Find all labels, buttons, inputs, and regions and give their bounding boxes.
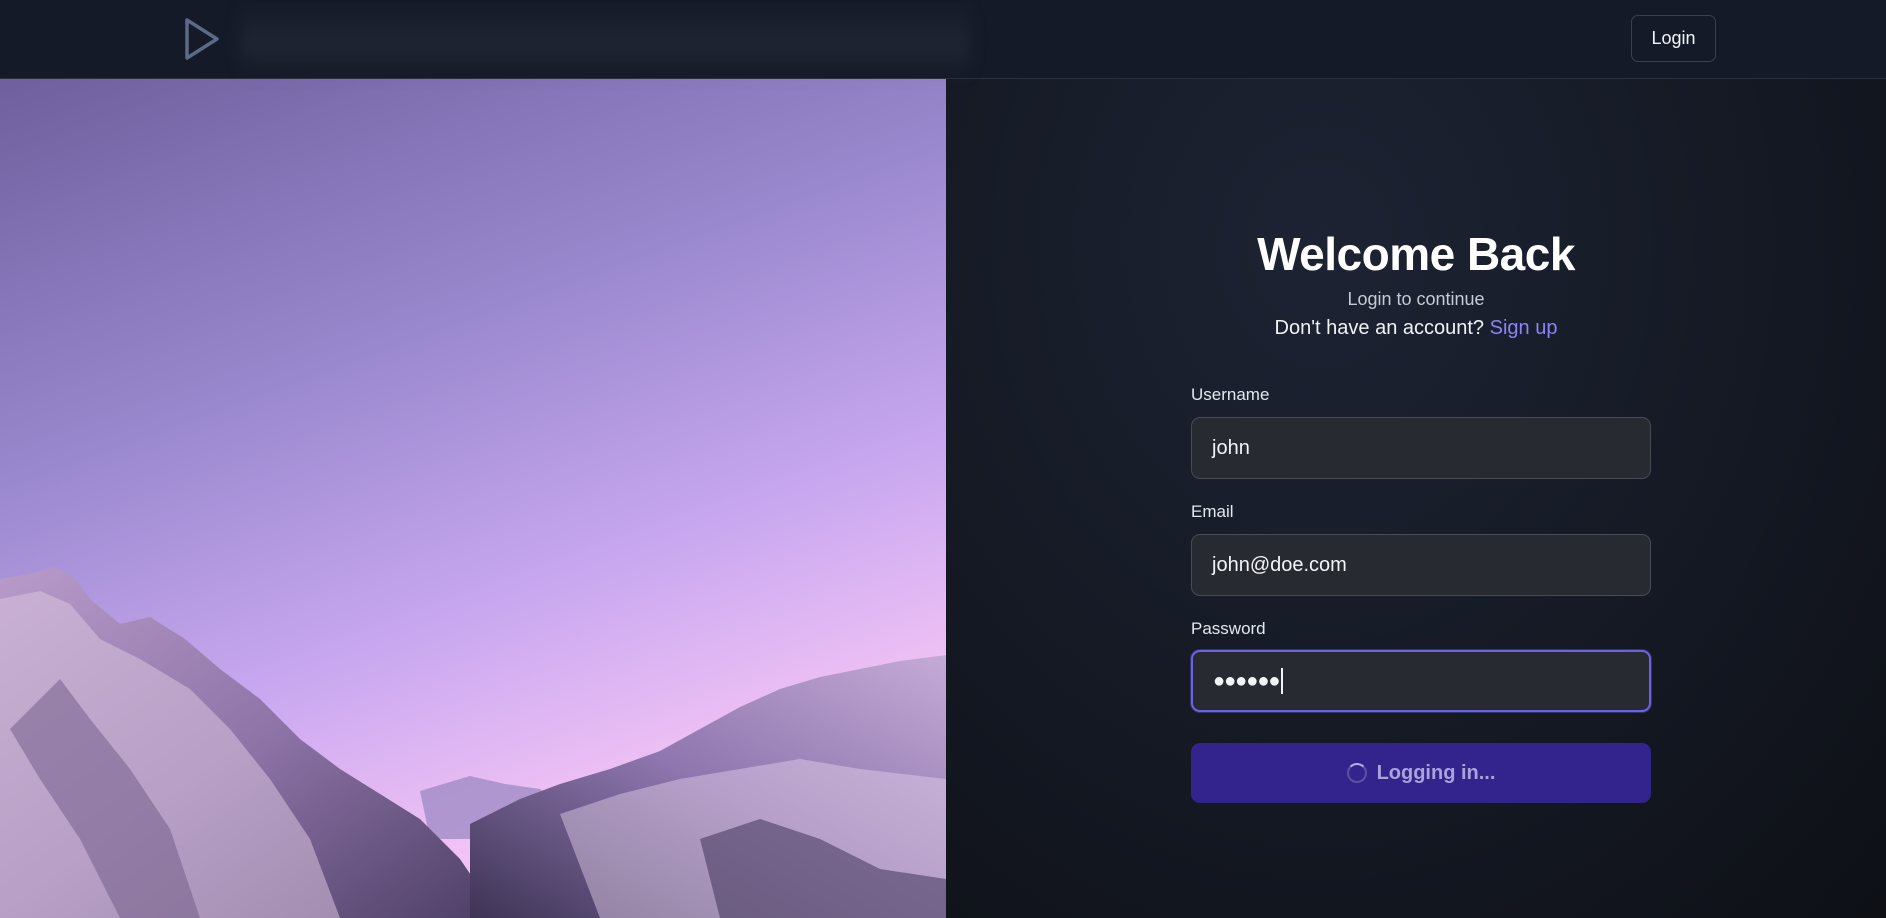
username-label: Username [1191, 385, 1270, 404]
header-login-button[interactable]: Login [1631, 15, 1716, 62]
submit-label: Logging in... [1376, 761, 1496, 784]
top-navbar: Login [0, 0, 1886, 79]
page-title: Welcome Back [1257, 228, 1575, 280]
text-caret [1281, 668, 1284, 694]
email-label: Email [1191, 502, 1234, 521]
hero-mountain-image [0, 79, 946, 918]
play-triangle-icon[interactable] [182, 17, 222, 61]
email-field[interactable]: john@doe.com [1191, 534, 1651, 596]
password-field[interactable]: ●●●●●● [1191, 650, 1651, 712]
page-subtitle: Login to continue [1347, 289, 1485, 309]
email-value: john@doe.com [1212, 553, 1347, 576]
spinner-icon [1346, 763, 1367, 783]
login-panel: Welcome Back Login to continue Don't hav… [946, 79, 1886, 918]
signup-link[interactable]: Sign up [1490, 317, 1558, 339]
password-value: ●●●●●● [1213, 669, 1280, 692]
signup-prompt: Don't have an account? Sign up [946, 317, 1886, 340]
login-submit-button[interactable]: Logging in... [1191, 743, 1651, 803]
username-field[interactable]: john [1191, 417, 1651, 479]
signup-prompt-text: Don't have an account? [1274, 317, 1485, 339]
navbar-blur-overlay [240, 0, 970, 79]
username-value: john [1212, 436, 1250, 459]
password-label: Password [1191, 619, 1266, 638]
